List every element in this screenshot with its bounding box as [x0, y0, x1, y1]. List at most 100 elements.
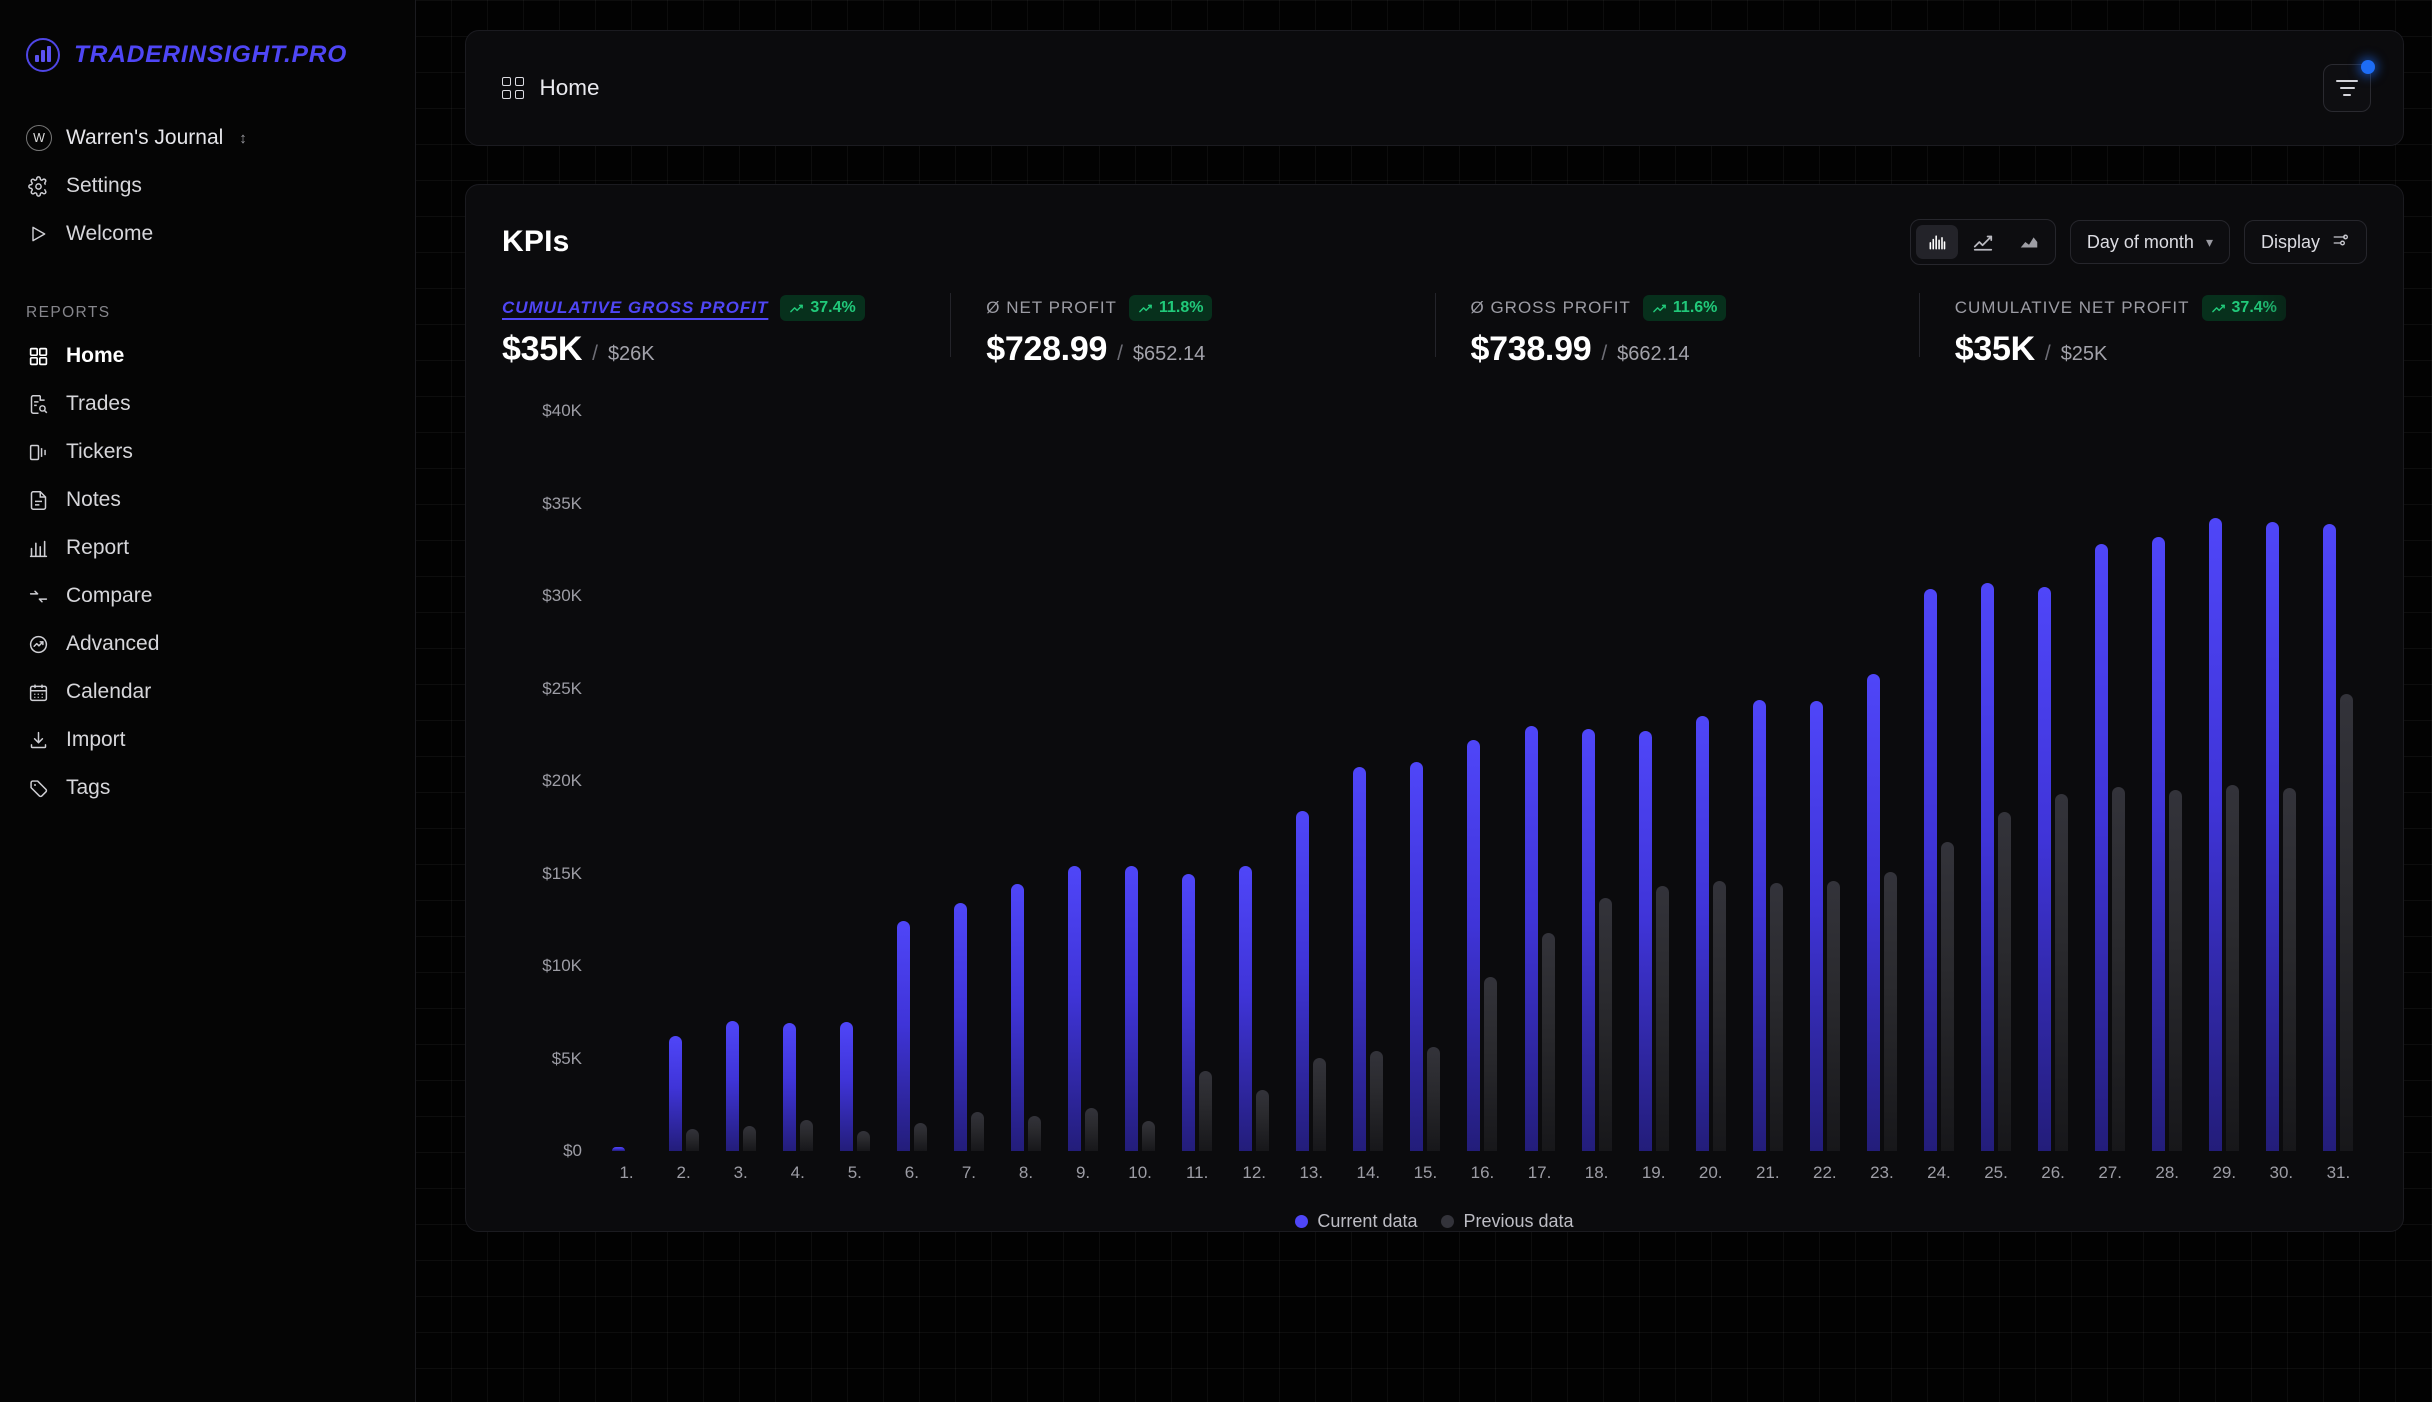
- bar-previous[interactable]: [857, 1131, 870, 1151]
- bar-current[interactable]: [2323, 524, 2336, 1151]
- bar-previous[interactable]: [1484, 977, 1497, 1151]
- chart-bar-group[interactable]: [1968, 411, 2025, 1151]
- kpi-metric-avg-gross-profit[interactable]: Ø GROSS PROFIT 11.6% $738.99 / $662.14: [1435, 295, 1919, 369]
- chart-bar-group[interactable]: [598, 411, 655, 1151]
- breadcrumb[interactable]: Home: [502, 75, 600, 101]
- bar-previous[interactable]: [1085, 1108, 1098, 1151]
- kpi-metric-cumulative-net-profit[interactable]: CUMULATIVE NET PROFIT 37.4% $35K / $25K: [1919, 295, 2403, 369]
- chart-bar-group[interactable]: [883, 411, 940, 1151]
- bar-previous[interactable]: [1713, 881, 1726, 1151]
- bar-current[interactable]: [783, 1023, 796, 1151]
- bar-current[interactable]: [1296, 811, 1309, 1151]
- kpi-metric-avg-net-profit[interactable]: Ø NET PROFIT 11.8% $728.99 / $652.14: [950, 295, 1434, 369]
- bar-current[interactable]: [2209, 518, 2222, 1151]
- chart-bar-group[interactable]: [940, 411, 997, 1151]
- bar-current[interactable]: [726, 1021, 739, 1151]
- bar-current[interactable]: [1696, 716, 1709, 1151]
- grouping-select[interactable]: Day of month ▾: [2070, 220, 2230, 264]
- bar-previous[interactable]: [914, 1123, 927, 1151]
- bar-previous[interactable]: [2055, 794, 2068, 1151]
- sidebar-item-calendar[interactable]: Calendar: [0, 668, 415, 716]
- bar-current[interactable]: [1068, 866, 1081, 1151]
- chart-bar-group[interactable]: [1169, 411, 1226, 1151]
- chart-bar-group[interactable]: [1340, 411, 1397, 1151]
- bar-previous[interactable]: [2283, 788, 2296, 1151]
- bar-previous[interactable]: [1370, 1051, 1383, 1151]
- chart-bar-group[interactable]: [1568, 411, 1625, 1151]
- legend-item[interactable]: Current data: [1295, 1211, 1417, 1232]
- chart-bar-group[interactable]: [1682, 411, 1739, 1151]
- chart-bar-group[interactable]: [997, 411, 1054, 1151]
- chart-type-bar-button[interactable]: [1916, 225, 1958, 259]
- chart-bar-group[interactable]: [2196, 411, 2253, 1151]
- bar-previous[interactable]: [1028, 1116, 1041, 1151]
- bar-previous[interactable]: [1599, 898, 1612, 1151]
- bar-current[interactable]: [1353, 767, 1366, 1151]
- chart-bar-group[interactable]: [1055, 411, 1112, 1151]
- chart-bar-group[interactable]: [655, 411, 712, 1151]
- bar-previous[interactable]: [1313, 1058, 1326, 1151]
- bar-previous[interactable]: [1256, 1090, 1269, 1151]
- chart-bar-group[interactable]: [1397, 411, 1454, 1151]
- bar-current[interactable]: [1753, 700, 1766, 1151]
- bar-current[interactable]: [1981, 583, 1994, 1151]
- chart-bar-group[interactable]: [1739, 411, 1796, 1151]
- bar-current[interactable]: [840, 1022, 853, 1152]
- chart-bar-group[interactable]: [1910, 411, 1967, 1151]
- sidebar-item-advanced[interactable]: Advanced: [0, 620, 415, 668]
- chart-bar-group[interactable]: [2310, 411, 2367, 1151]
- filter-button[interactable]: [2323, 64, 2371, 112]
- chart-bar-group[interactable]: [2139, 411, 2196, 1151]
- bar-current[interactable]: [612, 1147, 625, 1151]
- chart-type-area-button[interactable]: [2008, 225, 2050, 259]
- bar-previous[interactable]: [743, 1126, 756, 1151]
- chart-bar-group[interactable]: [2025, 411, 2082, 1151]
- chart-bar-group[interactable]: [769, 411, 826, 1151]
- sidebar-item-settings[interactable]: Settings: [0, 162, 415, 210]
- chart-bar-group[interactable]: [2253, 411, 2310, 1151]
- bar-previous[interactable]: [800, 1120, 813, 1151]
- bar-current[interactable]: [1125, 866, 1138, 1151]
- chart-bar-group[interactable]: [1454, 411, 1511, 1151]
- bar-current[interactable]: [2266, 522, 2279, 1151]
- kpi-metric-cumulative-gross-profit[interactable]: CUMULATIVE GROSS PROFIT 37.4% $35K / $26…: [466, 295, 950, 369]
- bar-previous[interactable]: [1656, 886, 1669, 1151]
- sidebar-item-tags[interactable]: Tags: [0, 764, 415, 812]
- bar-previous[interactable]: [2340, 694, 2353, 1151]
- bar-previous[interactable]: [971, 1112, 984, 1151]
- bar-previous[interactable]: [1770, 883, 1783, 1151]
- bar-current[interactable]: [1810, 701, 1823, 1151]
- chart-bar-group[interactable]: [1283, 411, 1340, 1151]
- legend-item[interactable]: Previous data: [1441, 1211, 1573, 1232]
- workspace-switcher[interactable]: W Warren's Journal ↕: [0, 114, 415, 162]
- bar-previous[interactable]: [1884, 872, 1897, 1151]
- bar-current[interactable]: [1639, 731, 1652, 1151]
- bar-current[interactable]: [1239, 866, 1252, 1151]
- sidebar-item-welcome[interactable]: Welcome: [0, 210, 415, 258]
- display-button[interactable]: Display: [2244, 220, 2367, 264]
- bar-previous[interactable]: [1427, 1047, 1440, 1151]
- bar-previous[interactable]: [2226, 785, 2239, 1151]
- sidebar-item-trades[interactable]: Trades: [0, 380, 415, 428]
- bar-current[interactable]: [1582, 729, 1595, 1151]
- sidebar-item-tickers[interactable]: Tickers: [0, 428, 415, 476]
- chart-bar-group[interactable]: [1511, 411, 1568, 1151]
- bar-current[interactable]: [1467, 740, 1480, 1151]
- bar-previous[interactable]: [2112, 787, 2125, 1151]
- brand-logo[interactable]: TRADERINSIGHT.PRO: [0, 22, 415, 78]
- sidebar-item-notes[interactable]: Notes: [0, 476, 415, 524]
- bar-previous[interactable]: [1827, 881, 1840, 1151]
- sidebar-item-home[interactable]: Home: [0, 332, 415, 380]
- bar-current[interactable]: [2095, 544, 2108, 1151]
- bar-current[interactable]: [1011, 884, 1024, 1151]
- sidebar-item-import[interactable]: Import: [0, 716, 415, 764]
- chart-bar-group[interactable]: [2082, 411, 2139, 1151]
- chart-type-line-button[interactable]: [1962, 225, 2004, 259]
- bar-current[interactable]: [1410, 762, 1423, 1151]
- chart-bar-group[interactable]: [1625, 411, 1682, 1151]
- bar-current[interactable]: [2152, 537, 2165, 1151]
- bar-current[interactable]: [1924, 589, 1937, 1151]
- bar-previous[interactable]: [1199, 1071, 1212, 1151]
- sidebar-item-report[interactable]: Report: [0, 524, 415, 572]
- bar-previous[interactable]: [1142, 1121, 1155, 1151]
